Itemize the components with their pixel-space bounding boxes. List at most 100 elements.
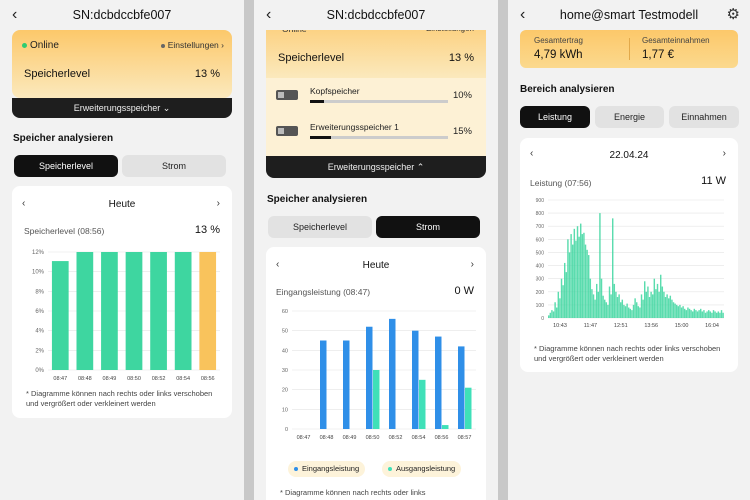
y-tick-label: 900 xyxy=(536,198,545,204)
power-area-chart[interactable]: 0 100 200 300 400 500 600 700 800 900 10:43 11:47 12… xyxy=(524,194,732,334)
area-sample xyxy=(714,311,716,318)
x-tick-label: 08:54 xyxy=(412,435,426,441)
divider xyxy=(629,38,630,60)
area-sample xyxy=(716,312,718,318)
area-sample xyxy=(637,306,640,318)
y-tick-label: 50 xyxy=(282,329,288,335)
area-sample xyxy=(720,310,723,318)
x-tick-label: 10:43 xyxy=(553,323,567,329)
area-sample xyxy=(639,307,641,318)
area-sample xyxy=(576,226,579,318)
x-tick-label: 08:48 xyxy=(320,435,334,441)
next-day-icon[interactable]: › xyxy=(217,198,220,209)
chart-card: ‹ Heute › Speicherlevel (08:56) 13 % 0% 2… xyxy=(12,186,232,418)
tab-revenue[interactable]: Einnahmen xyxy=(669,106,739,128)
area-sample xyxy=(565,272,568,318)
bar xyxy=(419,379,426,429)
area-sample xyxy=(650,291,652,318)
module-name: Kopfspeicher xyxy=(310,86,360,96)
area-sample xyxy=(620,302,622,318)
module-name: Erweiterungsspeicher 1 xyxy=(310,122,399,132)
y-tick-label: 700 xyxy=(536,224,545,230)
area-sample xyxy=(624,306,627,318)
x-tick-label: 08:47 xyxy=(297,435,311,441)
area-sample xyxy=(589,278,592,318)
status-card: Online Einstellungen › Speicherlevel 13 … xyxy=(12,30,232,98)
chart-note: * Diagramme können nach rechts oder link… xyxy=(534,344,721,363)
total-revenue-label: Gesamteinnahmen xyxy=(642,36,710,45)
level-label: Speicherlevel xyxy=(24,68,91,80)
y-tick-label: 200 xyxy=(536,290,545,296)
settings-label: Einstellungen xyxy=(167,40,219,50)
area-sample xyxy=(592,294,595,318)
area-sample xyxy=(578,236,580,318)
battery-module-icon xyxy=(276,90,298,100)
expand-label: Erweiterungsspeicher xyxy=(327,162,415,172)
module-level-fill xyxy=(310,136,331,139)
tab-storage-level[interactable]: Speicherlevel xyxy=(14,155,118,177)
area-sample xyxy=(647,286,649,318)
area-sample xyxy=(557,291,560,318)
chart-date-title: 22.04.24 xyxy=(609,150,649,161)
page-title: SN:dcbdccbfe007 xyxy=(72,8,172,22)
total-yield-value: 4,79 kWh xyxy=(534,49,583,61)
settings-link[interactable]: Einstellungen › xyxy=(160,40,224,50)
battery-module-icon xyxy=(276,126,298,136)
area-sample xyxy=(717,311,720,318)
module-level-fill xyxy=(310,100,324,103)
area-sample xyxy=(698,310,700,318)
x-tick-label: 12:51 xyxy=(614,323,628,329)
area-sample xyxy=(668,298,670,318)
area-sample xyxy=(658,291,660,318)
storage-level-chart[interactable]: 0% 2% 4% 6% 8% 10% 12% 08:47 08:48 08:49 08:50 08:5… xyxy=(18,244,228,384)
tab-storage-level[interactable]: Speicherlevel xyxy=(268,216,372,238)
panel-area-analysis: ‹ home@smart Testmodell ⚙ Gesamtertrag 4… xyxy=(508,0,750,500)
chart-note: * Diagramme können nach rechts oder link… xyxy=(26,389,213,408)
x-tick-label: 11:47 xyxy=(584,323,597,329)
total-yield-label: Gesamtertrag xyxy=(534,36,583,45)
expand-storage-button[interactable]: Erweiterungsspeicher ⌄ xyxy=(12,98,232,118)
page-title: home@smart Testmodell xyxy=(559,8,699,22)
area-sample xyxy=(706,311,708,318)
collapse-storage-button[interactable]: Erweiterungsspeicher ⌃ xyxy=(266,156,486,178)
online-label: Online xyxy=(30,40,59,51)
next-day-icon[interactable]: › xyxy=(723,148,726,159)
tab-energy[interactable]: Energie xyxy=(595,106,664,128)
area-sample xyxy=(549,312,552,318)
y-tick-label: 600 xyxy=(536,237,545,243)
power-chart[interactable]: 0 10 20 30 40 50 60 08:47 08:48 08:49 08:50 08:52 08… xyxy=(270,303,482,443)
area-sample xyxy=(703,310,705,318)
area-sample xyxy=(556,307,558,318)
y-tick-label: 400 xyxy=(536,264,545,270)
area-sample xyxy=(591,289,593,318)
online-status: Online xyxy=(22,40,59,51)
area-sample xyxy=(573,228,576,318)
y-tick-label: 10 xyxy=(282,407,288,413)
bar xyxy=(435,336,442,429)
gear-icon[interactable]: ⚙ xyxy=(727,5,740,23)
module-level-bar xyxy=(310,100,448,103)
area-sample xyxy=(671,299,673,318)
bar xyxy=(101,252,118,370)
area-sample xyxy=(645,291,648,318)
area-sample xyxy=(687,307,689,318)
area-sample xyxy=(597,291,600,318)
next-day-icon[interactable]: › xyxy=(471,259,474,270)
tab-current[interactable]: Strom xyxy=(122,155,226,177)
area-sample xyxy=(588,255,590,318)
area-sample xyxy=(616,297,619,318)
area-sample xyxy=(692,311,694,318)
area-sample xyxy=(559,298,561,318)
chart-date-title: Heute xyxy=(108,199,136,210)
tab-current[interactable]: Strom xyxy=(376,216,480,238)
panel-storage-current: ‹ SN:dcbdccbfe007 Online Einstellungen S… xyxy=(254,0,498,500)
area-sample xyxy=(632,304,635,318)
chart-card: ‹ Heute › Eingangsleistung (08:47) 0 W 0… xyxy=(266,247,486,500)
metric-label: Eingangsleistung (08:47) xyxy=(276,287,371,297)
area-sample xyxy=(644,281,646,318)
legend-input: Eingangsleistung xyxy=(288,461,366,477)
tab-power[interactable]: Leistung xyxy=(520,106,590,128)
x-tick-label: 08:50 xyxy=(366,435,380,441)
area-sample xyxy=(560,278,563,318)
area-sample xyxy=(631,310,633,318)
